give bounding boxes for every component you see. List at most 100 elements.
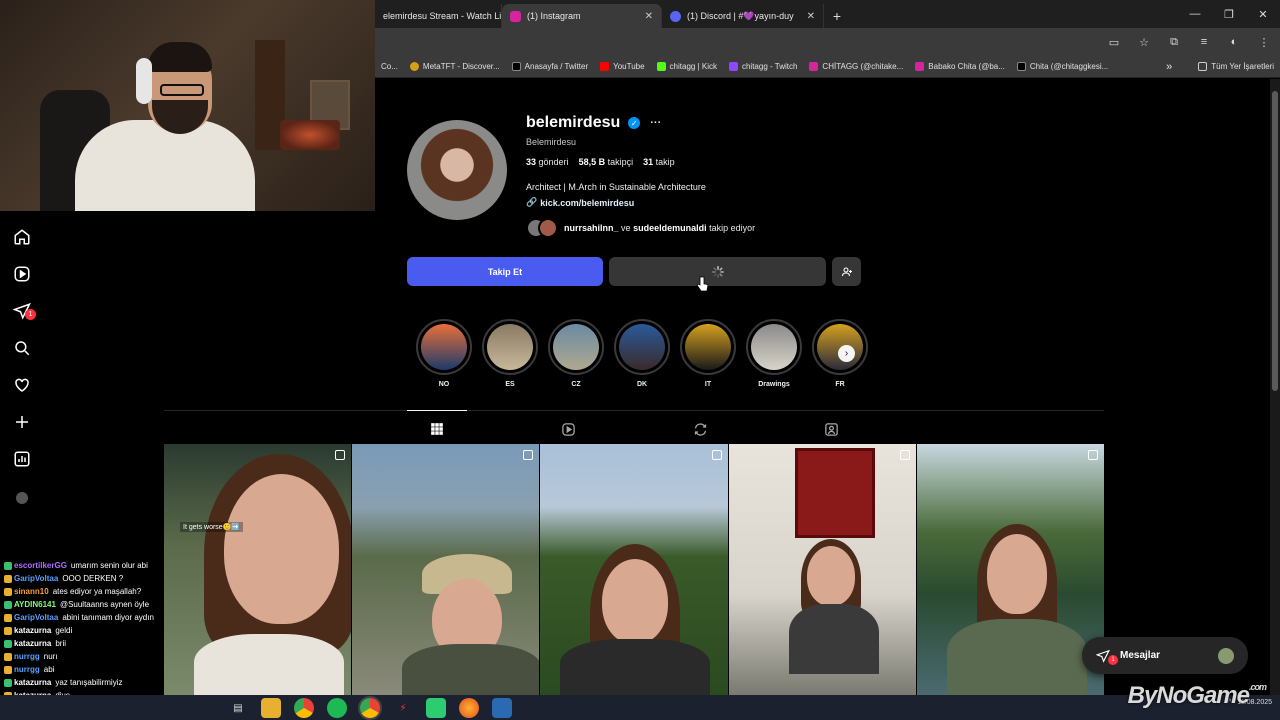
highlight-item[interactable]: IT [679,319,737,391]
new-tab-button[interactable]: + [824,4,850,28]
bookmark-item[interactable]: Anasayfa / Twitter [506,62,594,71]
bookmark-item[interactable]: chitagg - Twitch [723,62,803,71]
suggested-users-button[interactable] [832,257,861,286]
close-tab-icon[interactable]: ✕ [635,11,653,22]
mutual-avatar [538,218,558,238]
bookmark-item[interactable]: Co... [375,62,404,71]
file-explorer-icon[interactable] [261,698,281,718]
follow-button[interactable]: Takip Et [407,257,603,286]
post-thumbnail[interactable] [352,444,540,695]
tab-discord[interactable]: (1) Discord | #💜yayın-duy ✕ [662,4,824,28]
streaming-app-icon[interactable] [492,698,512,718]
address-bar[interactable]: ▭ ☆ ⧉ ≡ ◐ ⋮ [375,28,1280,56]
own-profile-avatar[interactable] [16,492,28,504]
all-bookmarks-button[interactable]: Tüm Yer İşaretleri [1192,62,1280,71]
twitch-icon [728,62,738,71]
highlight-item[interactable]: Drawings [745,319,803,391]
scrollbar-thumb[interactable] [1272,91,1278,391]
post-thumbnail[interactable]: It gets worse🙂➡️ [164,444,352,695]
highlight-item[interactable]: ES [481,319,539,391]
bookmarks-overflow-button[interactable]: » [1160,61,1178,73]
bolt-app-icon[interactable]: ⚡ [393,698,413,718]
followed-by[interactable]: nurrsahilnn_ ve sudeeldemunaldi takip ed… [526,218,755,238]
tab-posts-grid[interactable] [407,410,467,439]
chat-username[interactable]: nurrgg [14,650,40,663]
following-label: takip [655,157,675,167]
bookmark-item[interactable]: MetaTFT - Discover... [404,62,506,71]
chat-username[interactable]: escortilkerGG [14,559,67,572]
bookmark-item[interactable]: CHİTAGG (@chitake... [803,62,909,71]
post-thumbnail[interactable] [540,444,728,695]
chat-username[interactable]: katazurna [14,676,51,689]
chat-message: katazurna geldi [0,624,190,637]
chat-badge-icon [4,626,12,635]
following-count[interactable]: 31 takip [643,157,675,167]
game-app-icon[interactable] [426,698,446,718]
search-icon[interactable] [12,338,32,358]
message-button[interactable] [609,257,826,286]
streamer-hair [148,42,212,72]
close-tab-icon[interactable]: ✕ [797,11,815,22]
minimize-icon[interactable]: — [1178,0,1212,28]
dashboard-icon[interactable] [12,449,32,469]
chat-username[interactable]: GaripVoltaa [14,611,58,624]
reading-list-icon[interactable]: ≡ [1196,34,1212,50]
tab-reposts[interactable] [690,419,710,439]
firefox-icon[interactable] [459,698,479,718]
chat-message: AYDIN6141 @Suultaanns aynen öyle [0,598,190,611]
highlight-ring [416,319,472,375]
task-view-icon[interactable]: ▤ [228,698,248,718]
carousel-icon [335,450,346,460]
profile-picture[interactable] [407,120,507,220]
highlight-item[interactable]: CZ [547,319,605,391]
chat-username[interactable]: katazurna [14,624,51,637]
menu-dots-icon[interactable]: ⋮ [1256,34,1272,50]
followers-count[interactable]: 58,5 B takipçi [579,157,634,167]
highlight-ring [482,319,538,375]
cast-icon[interactable]: ▭ [1106,34,1122,50]
reels-icon[interactable] [12,264,32,284]
profile-link[interactable]: 🔗 kick.com/belemirdesu [526,197,634,208]
chat-username[interactable]: AYDIN6141 [14,598,56,611]
chat-username[interactable]: nurrgg [14,663,40,676]
chrome-active-icon[interactable] [360,698,380,718]
carousel-icon [711,450,722,460]
taskbar-apps: ▤ ⚡ [228,698,512,718]
restore-icon[interactable]: ❐ [1212,0,1246,28]
highlight-ring [548,319,604,375]
post-subject-face [224,474,339,624]
close-window-icon[interactable]: ✕ [1246,0,1280,28]
bookmark-item[interactable]: chitagg | Kick [651,62,723,71]
chat-username[interactable]: GaripVoltaa [14,572,58,585]
bookmark-item[interactable]: Babako Chita (@ba... [909,62,1011,71]
bookmark-item[interactable]: Chita (@chitaggkesi... [1011,62,1114,71]
chat-username[interactable]: sinann10 [14,585,49,598]
options-dots-icon[interactable]: ··· [650,117,661,129]
tab-kick-stream[interactable]: elemirdesu Stream - Watch Li ✕ [375,4,502,28]
tab-tagged[interactable] [821,419,841,439]
stream-chat: escortilkerGG umarım senin olur abi GaripV… [0,559,190,713]
post-thumbnail[interactable] [728,444,916,695]
extensions-icon[interactable]: ⧉ [1166,34,1182,50]
spotify-icon[interactable] [327,698,347,718]
heart-icon[interactable] [12,375,32,395]
tab-reels[interactable] [558,419,578,439]
messages-drawer-button[interactable]: 1 Mesajlar [1082,637,1248,674]
highlight-item[interactable]: DK [613,319,671,391]
bookmark-item[interactable]: YouTube [594,62,650,71]
chrome-icon[interactable] [294,698,314,718]
tiktok-icon [1016,62,1026,71]
home-icon[interactable] [12,227,32,247]
overflow-chevron-icon: » [1166,60,1173,73]
create-plus-icon[interactable] [12,412,32,432]
chat-username[interactable]: katazurna [14,637,51,650]
profile-icon[interactable]: ◐ [1226,34,1242,50]
post-thumbnail[interactable] [916,444,1105,695]
chat-message: nurrgg nurı [0,650,190,663]
highlight-item[interactable]: NO [415,319,473,391]
highlights-next-chevron-icon[interactable]: › [838,345,855,362]
bookmark-star-icon[interactable]: ☆ [1136,34,1152,50]
page-scrollbar[interactable] [1270,79,1280,695]
direct-messages-icon[interactable]: 1 [12,301,36,321]
tab-instagram[interactable]: (1) Instagram ✕ [502,4,662,28]
